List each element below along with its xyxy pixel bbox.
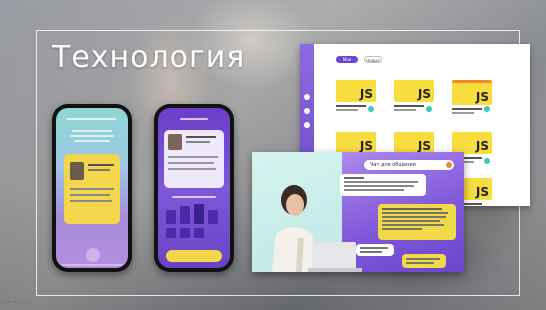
nav-icon[interactable] (304, 108, 310, 114)
chat-screenshot: Чат для общения (252, 152, 464, 272)
text-line (186, 141, 210, 143)
action-button[interactable] (166, 250, 222, 262)
text-line (88, 169, 110, 171)
text-line (70, 188, 114, 190)
project-card[interactable]: JS (452, 80, 492, 114)
header-line (66, 118, 116, 120)
text-line (168, 156, 218, 158)
tab-new[interactable]: Новые (364, 56, 382, 63)
presentation-slide: Технология Мои проекты Новые JS JS JS JS… (0, 0, 546, 310)
text-line (168, 168, 216, 170)
chat-message-bot (378, 204, 456, 240)
phone-screen (56, 108, 128, 268)
mic-button[interactable] (86, 248, 100, 262)
phone-screen (158, 108, 230, 268)
chat-search-field[interactable]: Чат для общения (364, 160, 454, 170)
project-card[interactable]: JS (394, 80, 434, 112)
text-line (168, 162, 214, 164)
project-card[interactable]: JS (336, 80, 376, 112)
text-line (186, 136, 216, 138)
chat-message-user (340, 174, 426, 196)
phone-mockup-projects (154, 104, 234, 272)
stats-grid (166, 204, 222, 240)
tab-my-projects[interactable]: Мои проекты (336, 56, 358, 69)
text-line (72, 130, 112, 132)
profile-card[interactable] (164, 130, 224, 188)
text-line (74, 140, 110, 142)
chat-message-bot (402, 254, 446, 268)
section-heading (172, 196, 216, 198)
footer-dots: ········· (0, 298, 32, 307)
profile-card[interactable] (64, 154, 120, 224)
send-icon[interactable] (446, 162, 452, 168)
text-line (70, 194, 110, 196)
nav-icon[interactable] (304, 122, 310, 128)
slide-title: Технология (52, 40, 246, 75)
text-line (70, 200, 112, 202)
tab-bar (62, 264, 122, 266)
text-line (88, 164, 114, 166)
text-line (70, 135, 114, 137)
chat-message-user (356, 244, 394, 256)
profile-photo (168, 134, 182, 150)
phone-mockup-profile (52, 104, 132, 272)
header-line (180, 118, 208, 120)
play-icon[interactable] (304, 94, 310, 100)
profile-photo (70, 162, 84, 180)
